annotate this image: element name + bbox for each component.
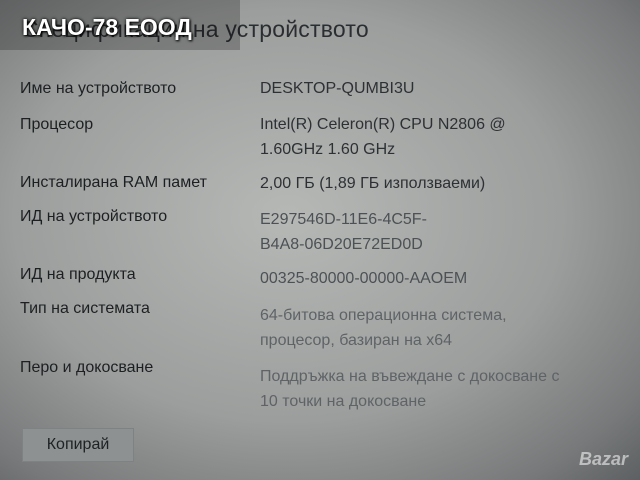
- spec-label-installed-ram: Инсталирана RAM памет: [20, 174, 207, 191]
- spec-label-processor: Процесор: [20, 116, 94, 133]
- spec-value-product-id[interactable]: 00325-80000-00000-AAOEM: [260, 266, 620, 291]
- spec-value-line: E297546D-11E6-4C5F-: [260, 211, 427, 228]
- spec-value-line: Intel(R) Celeron(R) CPU N2806 @: [260, 116, 506, 133]
- spec-value-installed-ram[interactable]: 2,00 ГБ (1,89 ГБ използваеми): [260, 171, 620, 196]
- spec-value-device-id[interactable]: E297546D-11E6-4C5F- B4A8-06D20E72ED0D: [260, 207, 620, 257]
- spec-value-line: 2,00 ГБ (1,89 ГБ използваеми): [260, 175, 486, 192]
- copy-button[interactable]: Копирай: [22, 428, 134, 462]
- spec-label-product-id: ИД на продукта: [20, 266, 136, 283]
- spec-value-line: 00325-80000-00000-AAOEM: [260, 270, 468, 287]
- spec-value-system-type[interactable]: 64-битова операционна система, процесор,…: [260, 303, 620, 353]
- spec-value-line: процесор, базиран на x64: [260, 332, 453, 349]
- spec-value-line: DESKTOP-QUMBI3U: [260, 80, 415, 97]
- bazar-logo: Bazar: [578, 449, 628, 469]
- spec-value-line: 64-битова операционна система,: [260, 307, 507, 324]
- spec-label-device-id: ИД на устройството: [20, 208, 168, 225]
- spec-label-device-name: Име на устройството: [20, 80, 177, 97]
- device-specifications-screen: Спецификации на устройството Име на устр…: [0, 0, 640, 480]
- spec-label-system-type: Тип на системата: [20, 300, 150, 317]
- seller-watermark: КАЧО-78 ЕООД: [0, 0, 240, 50]
- spec-value-line: B4A8-06D20E72ED0D: [260, 236, 423, 253]
- seller-watermark-text: КАЧО-78 ЕООД: [22, 14, 192, 40]
- spec-value-device-name[interactable]: DESKTOP-QUMBI3U: [260, 76, 620, 101]
- spec-value-processor[interactable]: Intel(R) Celeron(R) CPU N2806 @ 1.60GHz …: [260, 112, 620, 162]
- spec-value-line: Поддръжка на въвеждане с докосване с: [260, 368, 560, 385]
- spec-value-line: 1.60GHz 1.60 GHz: [260, 141, 396, 158]
- spec-label-pen-and-touch: Перо и докосване: [20, 359, 154, 376]
- spec-value-line: 10 точки на докосване: [260, 393, 427, 410]
- spec-value-pen-and-touch[interactable]: Поддръжка на въвеждане с докосване с 10 …: [260, 364, 620, 414]
